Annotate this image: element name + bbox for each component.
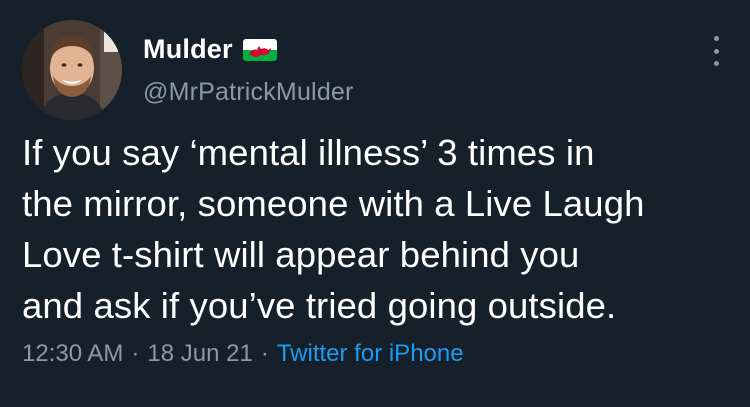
tweet-date[interactable]: 18 Jun 21: [147, 340, 252, 368]
tweet-text: If you say ‘mental illness’ 3 times in t…: [22, 127, 737, 331]
tweet-text-line: Love t-shirt will appear behind you: [22, 234, 580, 275]
tweet-text-line: and ask if you’ve tried going outside.: [22, 285, 617, 326]
more-options-icon[interactable]: [710, 36, 722, 66]
author-handle[interactable]: @MrPatrickMulder: [143, 78, 354, 107]
meta-separator: ·: [131, 340, 140, 367]
profile-avatar[interactable]: [22, 20, 122, 120]
wales-flag-icon: [242, 38, 277, 61]
tweet-card: Mulder @MrPatrickMulder If you say ‘ment…: [0, 0, 750, 407]
more-dot-icon: [713, 61, 719, 66]
tweet-source-link[interactable]: Twitter for iPhone: [277, 340, 464, 368]
more-dot-icon: [713, 48, 719, 54]
more-dot-icon: [713, 36, 719, 41]
meta-separator: ·: [260, 340, 269, 367]
author-name-row[interactable]: Mulder: [143, 34, 277, 65]
author-display-name[interactable]: Mulder: [143, 34, 233, 65]
tweet-meta: 12:30 AM · 18 Jun 21 · Twitter for iPhon…: [22, 340, 464, 368]
tweet-text-line: the mirror, someone with a Live Laugh: [22, 183, 645, 224]
tweet-time[interactable]: 12:30 AM: [22, 340, 123, 368]
avatar-image: [22, 20, 122, 120]
tweet-text-line: If you say ‘mental illness’ 3 times in: [22, 132, 595, 173]
